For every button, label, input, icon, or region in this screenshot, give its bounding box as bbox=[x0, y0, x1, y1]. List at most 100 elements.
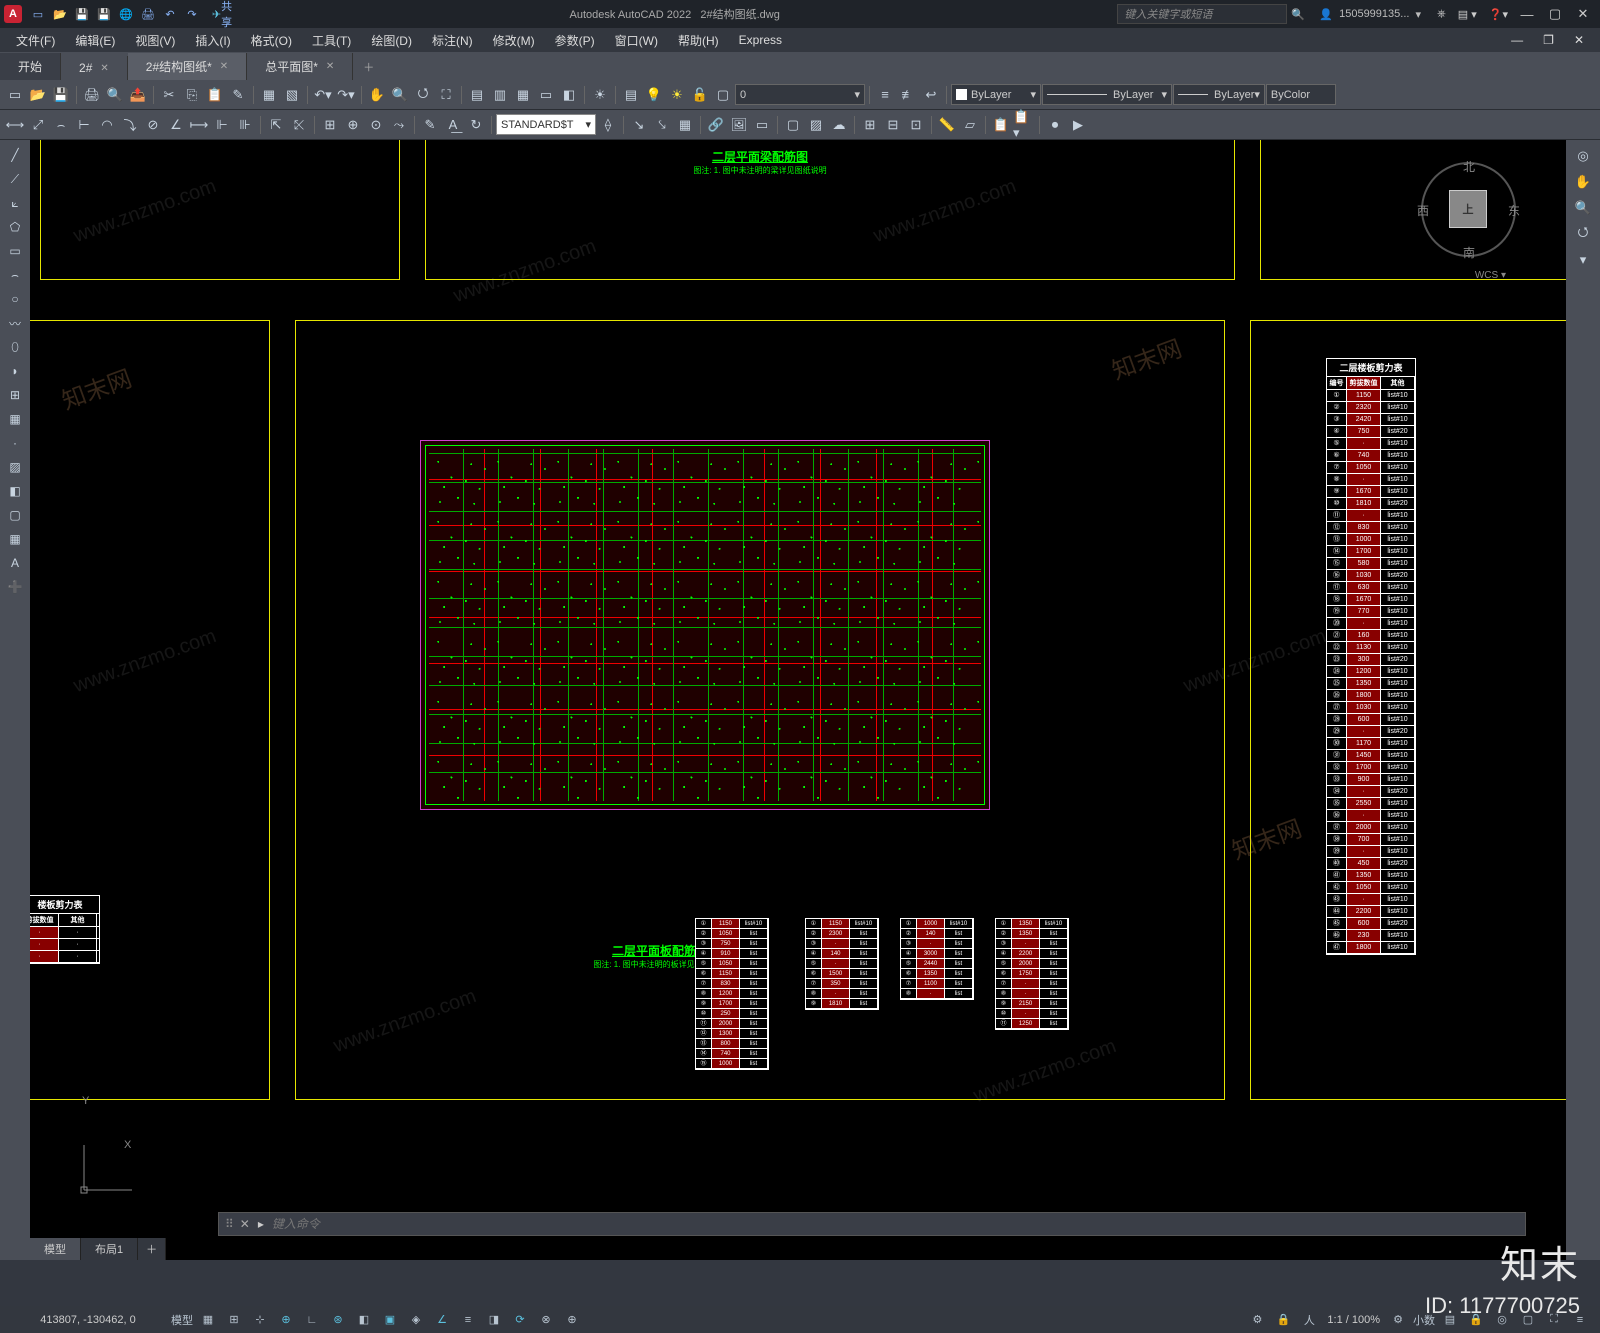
props-icon[interactable]: ▤ bbox=[466, 84, 488, 106]
dim-break-icon[interactable]: ⤪ bbox=[288, 114, 310, 136]
insert-icon[interactable]: ⊞ bbox=[2, 384, 28, 406]
new-tab-button[interactable]: ＋ bbox=[353, 54, 384, 80]
3dosnap-icon[interactable]: ◈ bbox=[404, 1309, 428, 1331]
area-icon[interactable]: ▱ bbox=[959, 114, 981, 136]
layout-tab-1[interactable]: 布局1 bbox=[81, 1238, 138, 1260]
paste-block-icon[interactable]: 📋▾ bbox=[1013, 114, 1035, 136]
autodesk-app-icon[interactable]: ⎈ bbox=[1437, 8, 1446, 21]
dim-jog-icon[interactable]: ⤵ bbox=[119, 114, 141, 136]
measure-icon[interactable]: 📏 bbox=[936, 114, 958, 136]
new-icon[interactable]: ▭ bbox=[4, 84, 26, 106]
share-button[interactable]: ✈ 共享 bbox=[212, 4, 232, 24]
dim-aligned-icon[interactable]: ⤢ bbox=[27, 114, 49, 136]
qat-open-icon[interactable]: 📂 bbox=[50, 4, 70, 24]
mtext-icon[interactable]: A bbox=[2, 552, 28, 574]
close-tab-icon[interactable]: ✕ bbox=[220, 61, 228, 72]
dim-arc-icon[interactable]: ⌢ bbox=[50, 114, 72, 136]
dim-angular-icon[interactable]: ∠ bbox=[165, 114, 187, 136]
help-icon[interactable]: ❓▾ bbox=[1489, 8, 1508, 21]
paste-icon[interactable]: 📋 bbox=[204, 84, 226, 106]
command-line[interactable]: ⠿ ✕ ▸ bbox=[218, 1212, 1526, 1236]
dim-edit-icon[interactable]: ✎ bbox=[419, 114, 441, 136]
maximize-button[interactable]: ▢ bbox=[1542, 4, 1568, 24]
close-button[interactable]: ✕ bbox=[1570, 4, 1596, 24]
match-icon[interactable]: ✎ bbox=[227, 84, 249, 106]
qat-saveas-icon[interactable]: 💾 bbox=[94, 4, 114, 24]
menu-help[interactable]: 帮助(H) bbox=[668, 29, 729, 52]
layer-iso-icon[interactable]: ≢ bbox=[897, 84, 919, 106]
dim-linear-icon[interactable]: ⟷ bbox=[4, 114, 26, 136]
menu-format[interactable]: 格式(O) bbox=[241, 29, 302, 52]
help-search-input[interactable]: 键入关键字或短语 bbox=[1117, 4, 1287, 24]
qat-save-icon[interactable]: 💾 bbox=[72, 4, 92, 24]
close-tab-icon[interactable]: ✕ bbox=[326, 61, 334, 72]
menu-insert[interactable]: 插入(I) bbox=[185, 29, 240, 52]
snap-toggle-icon[interactable]: ⊞ bbox=[222, 1309, 246, 1331]
orbit-icon[interactable]: ⭯ bbox=[412, 84, 434, 106]
dim-baseline-icon[interactable]: ⊩ bbox=[211, 114, 233, 136]
pan-icon[interactable]: ✋ bbox=[366, 84, 388, 106]
qat-new-icon[interactable]: ▭ bbox=[28, 4, 48, 24]
publish-icon[interactable]: 📤 bbox=[127, 84, 149, 106]
cycling-icon[interactable]: ⟳ bbox=[508, 1309, 532, 1331]
rectangle-icon[interactable]: ▭ bbox=[2, 240, 28, 262]
wipeout-icon[interactable]: ▨ bbox=[805, 114, 827, 136]
user-account[interactable]: 👤 1505999135... ▾ bbox=[1319, 8, 1421, 21]
menu-express[interactable]: Express bbox=[729, 30, 792, 50]
paste-spec-icon[interactable]: 📋 bbox=[990, 114, 1012, 136]
model-tab[interactable]: 模型 bbox=[30, 1238, 81, 1260]
copy-icon[interactable]: ⎘ bbox=[181, 84, 203, 106]
qat-redo-icon[interactable]: ↷ bbox=[182, 4, 202, 24]
inspect-icon[interactable]: ⊙ bbox=[365, 114, 387, 136]
add-layout-button[interactable]: ＋ bbox=[138, 1238, 166, 1260]
dim-update-icon[interactable]: ↻ bbox=[465, 114, 487, 136]
nav-wheel-icon[interactable]: ◎ bbox=[1570, 144, 1596, 168]
pline-icon[interactable]: ⟀ bbox=[2, 192, 28, 214]
tool-pal-icon[interactable]: ▦ bbox=[512, 84, 534, 106]
dim-quick-icon[interactable]: ⟼ bbox=[188, 114, 210, 136]
dimstyle-dropdown[interactable]: STANDARD$T▾ bbox=[496, 114, 596, 135]
menu-file[interactable]: 文件(F) bbox=[6, 29, 65, 52]
clean-screen-icon[interactable]: ⛶ bbox=[1542, 1309, 1566, 1331]
layer-prev-icon[interactable]: ↩ bbox=[920, 84, 942, 106]
menu-dimension[interactable]: 标注(N) bbox=[422, 29, 483, 52]
layer-on-icon[interactable]: 💡 bbox=[643, 84, 665, 106]
nav-pan-icon[interactable]: ✋ bbox=[1570, 170, 1596, 194]
calc-icon[interactable]: ▭ bbox=[535, 84, 557, 106]
workspace-icon[interactable]: ⚙ bbox=[1245, 1309, 1269, 1331]
render-icon[interactable]: ☀ bbox=[589, 84, 611, 106]
jog-line-icon[interactable]: ⤳ bbox=[388, 114, 410, 136]
quickprops-icon[interactable]: ▤ bbox=[1438, 1309, 1462, 1331]
table2-icon[interactable]: ▦ bbox=[2, 528, 28, 550]
undo-icon[interactable]: ↶▾ bbox=[312, 84, 334, 106]
field-icon[interactable]: ▭ bbox=[751, 114, 773, 136]
mleader-icon[interactable]: ⤥ bbox=[651, 114, 673, 136]
lweight-toggle-icon[interactable]: ≡ bbox=[456, 1309, 480, 1331]
arc-icon[interactable]: ⌢ bbox=[2, 264, 28, 286]
file-tab-2[interactable]: 总平面图*✕ bbox=[247, 53, 353, 80]
file-tab-0[interactable]: 2#✕ bbox=[61, 56, 128, 80]
menu-modify[interactable]: 修改(M) bbox=[483, 29, 545, 52]
open-icon[interactable]: 📂 bbox=[27, 84, 49, 106]
dim-diameter-icon[interactable]: ⊘ bbox=[142, 114, 164, 136]
point-icon[interactable]: · bbox=[2, 432, 28, 454]
group-icon[interactable]: ⊞ bbox=[859, 114, 881, 136]
lock-ui-icon[interactable]: 🔒 bbox=[1464, 1309, 1488, 1331]
file-tab-1[interactable]: 2#结构图纸*✕ bbox=[128, 53, 247, 80]
ellipse-arc-icon[interactable]: ◗ bbox=[2, 360, 28, 382]
menu-parametric[interactable]: 参数(P) bbox=[545, 29, 605, 52]
layer-lock-icon[interactable]: 🔓 bbox=[689, 84, 711, 106]
xref-icon[interactable]: 🔗 bbox=[705, 114, 727, 136]
command-input[interactable] bbox=[272, 1217, 1519, 1231]
region2-icon[interactable]: ▢ bbox=[2, 504, 28, 526]
line-icon[interactable]: ╱ bbox=[2, 144, 28, 166]
doc-close-button[interactable]: ✕ bbox=[1564, 30, 1594, 50]
redo-icon[interactable]: ↷▾ bbox=[335, 84, 357, 106]
region-icon[interactable]: ▢ bbox=[782, 114, 804, 136]
layer-dropdown[interactable]: 0▾ bbox=[735, 84, 865, 105]
zoom-win-icon[interactable]: ⛶ bbox=[435, 84, 457, 106]
annomon-icon[interactable]: ⊕ bbox=[560, 1309, 584, 1331]
group-edit-icon[interactable]: ⊡ bbox=[905, 114, 927, 136]
markup-icon[interactable]: ◧ bbox=[558, 84, 580, 106]
preview-icon[interactable]: 🔍 bbox=[104, 84, 126, 106]
